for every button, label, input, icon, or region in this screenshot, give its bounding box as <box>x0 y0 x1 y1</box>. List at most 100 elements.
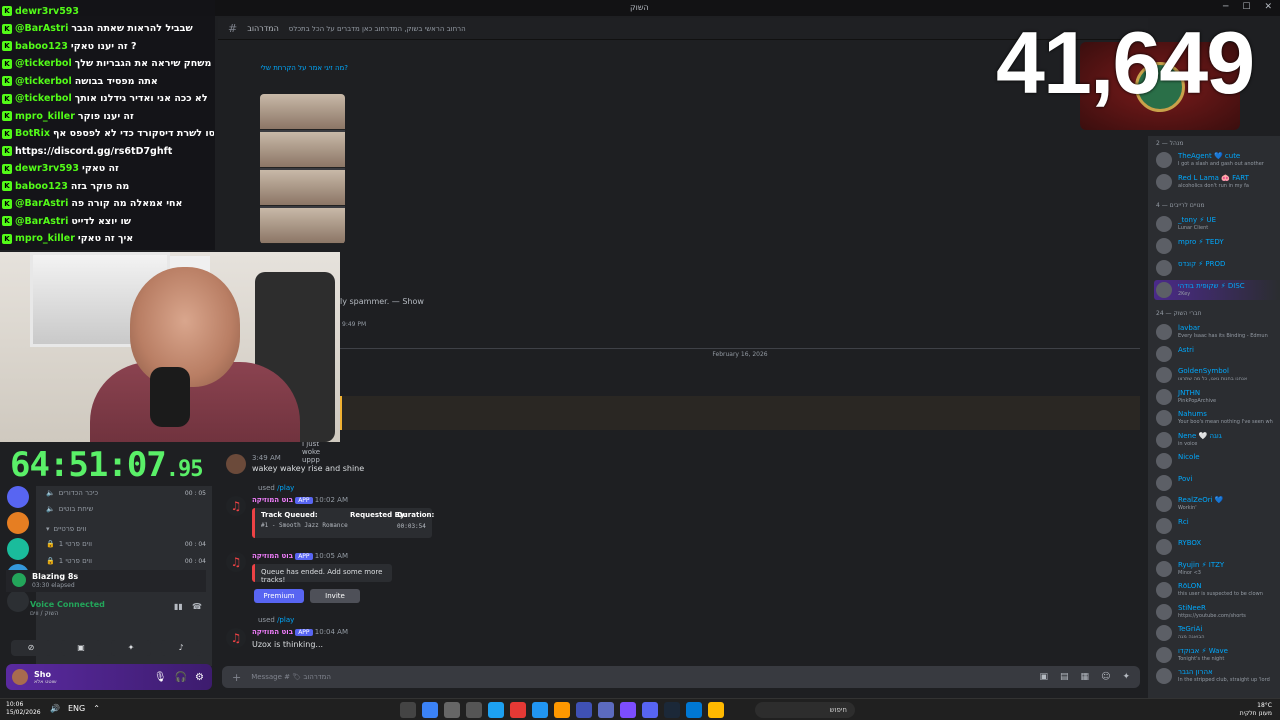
app-badge: APP <box>295 553 313 560</box>
folder-icon[interactable] <box>708 702 724 718</box>
member-item[interactable]: StiNeeR https://youtube.com/shorts <box>1154 602 1278 622</box>
member-item[interactable]: RealZeOri 💙 Workin' <box>1154 494 1278 514</box>
slash-command[interactable]: /play <box>277 616 294 624</box>
user-panel[interactable]: Sho שוטט אלא 🎙 🎧 ⚙ <box>6 664 212 690</box>
chat-message: Khttps://discord.gg/rs6tD7ghft <box>2 143 214 159</box>
bot-avatar[interactable]: ♫ <box>226 628 246 648</box>
discord-app-icon[interactable] <box>642 702 658 718</box>
spam-notice[interactable]: ly spammer. — Show <box>340 297 424 306</box>
disconnect-icon[interactable]: ☎ <box>192 602 202 611</box>
sticker-icon[interactable]: ▦ <box>1081 672 1090 682</box>
language-indicator[interactable]: ENG <box>68 704 85 713</box>
bot-avatar[interactable]: ♫ <box>226 552 246 572</box>
member-item[interactable]: mpro ⚡ TEDY <box>1154 236 1278 256</box>
avatar <box>1156 474 1172 491</box>
message-composer[interactable]: + Message # 🏷 המדרהוב ▣ ▤ ▦ ☺ ✦ <box>222 666 1140 688</box>
member-item[interactable]: RōLON this user is suspected to be clown <box>1154 580 1278 600</box>
settings-icon[interactable]: ⚙ <box>195 672 204 683</box>
server-icon[interactable] <box>7 538 29 560</box>
soundboard-icon[interactable]: ♪ <box>161 640 201 656</box>
taskbar-search[interactable]: חיפוש <box>755 702 855 718</box>
tray-expand-icon[interactable]: ⌃ <box>93 704 100 713</box>
app-icon[interactable] <box>510 702 526 718</box>
member-item[interactable]: GoldenSymbol אנחנו בחנות גאגו, כל מה שתרצ… <box>1154 365 1278 385</box>
emoji-icon[interactable]: ☺ <box>1101 672 1110 682</box>
gif-icon[interactable]: ▤ <box>1060 672 1069 682</box>
message-input[interactable]: Message # 🏷 המדרהוב <box>251 673 331 681</box>
maximize-icon[interactable]: ☐ <box>1242 2 1250 12</box>
app-icon[interactable] <box>400 702 416 718</box>
server-icon[interactable] <box>7 512 29 534</box>
member-item[interactable]: Nene 🤍 גוגה in voice <box>1154 430 1278 450</box>
attachment-image[interactable] <box>260 94 345 244</box>
member-item[interactable]: RYBOX <box>1154 537 1278 557</box>
gift-icon[interactable]: ▣ <box>1040 672 1049 682</box>
headphones-icon[interactable]: 🎧 <box>175 672 187 683</box>
reply-reference[interactable]: I just woke uppp <box>302 440 320 464</box>
activity-title: Blazing 8s <box>32 572 79 581</box>
user-name: Sho <box>34 669 51 679</box>
member-item[interactable]: TheAgent 💙 cute I got a slash and gash ou… <box>1154 150 1278 170</box>
noise-suppression-icon[interactable]: ⊘ <box>11 640 51 656</box>
app-icon[interactable] <box>488 702 504 718</box>
now-playing[interactable]: Blazing 8s 03:30 elapsed <box>6 570 206 592</box>
add-icon[interactable]: + <box>232 671 241 684</box>
app-icon[interactable] <box>598 702 614 718</box>
channel-timer: 00 : 05 <box>184 489 206 497</box>
member-item[interactable]: Povi <box>1154 473 1278 493</box>
avatar[interactable] <box>226 454 246 474</box>
member-item[interactable]: Ryujin ⚡ ITZY Minor <3 <box>1154 559 1278 579</box>
member-item[interactable]: אהרון הגבר In the stripped club, straight… <box>1154 666 1278 686</box>
weather[interactable]: 18°C מעונן חלקית <box>1240 702 1272 718</box>
member-item[interactable]: Astri <box>1154 344 1278 364</box>
member-item[interactable]: Nicole <box>1154 451 1278 471</box>
volume-icon[interactable]: 🔊 <box>50 704 60 713</box>
bot-avatar[interactable]: ♫ <box>226 496 246 516</box>
app-icon[interactable] <box>532 702 548 718</box>
member-item[interactable]: JNTHN PinkPopArchive <box>1154 387 1278 407</box>
invite-button[interactable]: Invite <box>310 589 360 603</box>
member-item[interactable]: קונדס ⚡ PROD <box>1154 258 1278 278</box>
screen-share-icon[interactable]: ▣ <box>61 640 101 656</box>
avatar <box>1156 453 1172 469</box>
avatar[interactable] <box>12 669 28 685</box>
voice-channel[interactable]: 🔈 שיחת בוטים <box>46 502 206 516</box>
server-icon[interactable] <box>7 486 29 508</box>
member-item[interactable]: _tony ⚡ UE Lunar Client <box>1154 214 1278 234</box>
voice-channel[interactable]: 🔒 ווים פרטי 1 00 : 04 <box>46 554 206 568</box>
activities-icon[interactable]: ✦ <box>111 640 151 656</box>
close-icon[interactable]: ✕ <box>1264 2 1272 12</box>
channel-label: שיחת בוטים <box>58 505 94 513</box>
app-icon[interactable] <box>466 702 482 718</box>
signal-icon[interactable]: ▮▮ <box>174 602 183 611</box>
clock[interactable]: 10:06 15/02/2026 <box>6 701 41 717</box>
microphone-icon[interactable]: 🎙 <box>154 672 167 683</box>
member-item[interactable]: שקופית בודהי ⚡ DISC 2Key <box>1154 280 1278 300</box>
bot-name[interactable]: בוט המוזיקה <box>252 628 293 636</box>
member-item[interactable]: Red L Lama 🐽 FART alcoholics don't run in… <box>1154 172 1278 192</box>
avatar <box>1156 174 1172 190</box>
member-item[interactable]: אבוקדו ⚡ Wave Tonight's the night <box>1154 645 1278 665</box>
app-icon[interactable] <box>444 702 460 718</box>
slash-command[interactable]: /play <box>277 484 294 492</box>
app-icon[interactable] <box>422 702 438 718</box>
voice-channel[interactable]: 🔈 כיכר הכדורים 00 : 05 <box>46 486 206 500</box>
app-icon[interactable] <box>576 702 592 718</box>
app-icon[interactable] <box>686 702 702 718</box>
bot-name[interactable]: בוט המוזיקה <box>252 552 293 560</box>
app-icon[interactable] <box>620 702 636 718</box>
chat-username: @tickerbol <box>15 58 72 69</box>
minimize-icon[interactable]: ─ <box>1223 2 1228 12</box>
app-icon[interactable] <box>554 702 570 718</box>
premium-button[interactable]: Premium <box>254 589 304 603</box>
bot-name[interactable]: בוט המוזיקה <box>252 496 293 504</box>
app-icon[interactable] <box>664 702 680 718</box>
voice-channel[interactable]: 🔒 ווים פרטי 1 00 : 04 <box>46 537 206 551</box>
channel-category[interactable]: ▾ ווים פרטיים <box>46 522 206 536</box>
kick-badge-icon: K <box>2 233 12 244</box>
member-item[interactable]: TeGriAi הבואגה מגה <box>1154 623 1278 643</box>
member-item[interactable]: lavbar Every Isaac has its Binding - Edmu… <box>1154 322 1278 342</box>
member-item[interactable]: Rci <box>1154 516 1278 536</box>
apps-icon[interactable]: ✦ <box>1122 672 1130 682</box>
member-item[interactable]: Nahums Your boo's mean nothing I've seen … <box>1154 408 1278 428</box>
